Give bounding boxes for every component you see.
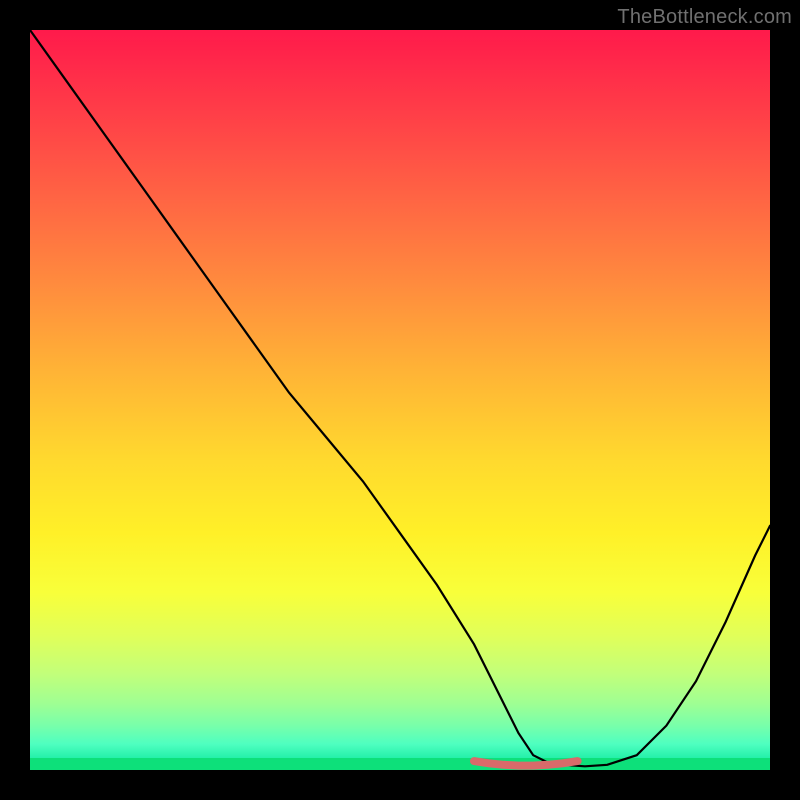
watermark-label: TheBottleneck.com	[617, 6, 792, 29]
chart-svg	[30, 30, 770, 770]
chart-frame: TheBottleneck.com	[0, 0, 800, 800]
baseline-strip	[30, 758, 770, 770]
bottleneck-curve	[30, 30, 770, 766]
plot-area	[30, 30, 770, 770]
